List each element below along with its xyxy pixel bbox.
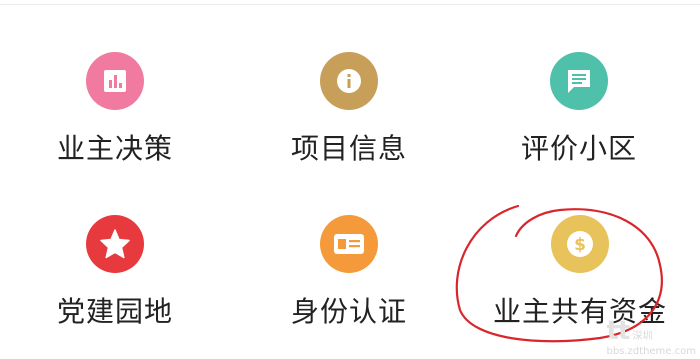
tile-label-owner-decision: 业主决策 — [56, 132, 173, 165]
tile-owner-decision[interactable]: 业主决策 — [15, 52, 215, 166]
watermark-logo: tt — [606, 316, 630, 346]
tile-rate-community[interactable]: 评价小区 — [479, 52, 679, 166]
watermark-city: 深圳 — [632, 331, 653, 342]
dollar-coin-icon: $ — [551, 215, 609, 273]
tile-label-identity-verification: 身份认证 — [290, 295, 407, 328]
bar-chart-icon — [86, 52, 144, 110]
tile-label-party-building: 党建园地 — [56, 295, 173, 328]
chat-bubble-icon — [550, 52, 608, 110]
service-grid: 业主决策 项目信息 评价小区 党建园地 身份认证 $ 业主共有资金 — [0, 0, 700, 359]
info-icon — [320, 52, 378, 110]
watermark: tt 深圳 bbs.zdtheme.com — [606, 316, 696, 357]
star-icon — [86, 215, 144, 273]
tile-identity-verification[interactable]: 身份认证 — [249, 215, 449, 329]
tile-owner-shared-funds[interactable]: $ 业主共有资金 — [480, 215, 680, 329]
watermark-site: bbs.zdtheme.com — [606, 346, 696, 357]
tile-party-building[interactable]: 党建园地 — [15, 215, 215, 329]
svg-text:$: $ — [574, 235, 586, 255]
tile-label-project-info: 项目信息 — [290, 132, 407, 165]
id-card-icon — [320, 215, 378, 273]
tile-label-rate-community: 评价小区 — [520, 132, 637, 165]
tile-project-info[interactable]: 项目信息 — [249, 52, 449, 166]
